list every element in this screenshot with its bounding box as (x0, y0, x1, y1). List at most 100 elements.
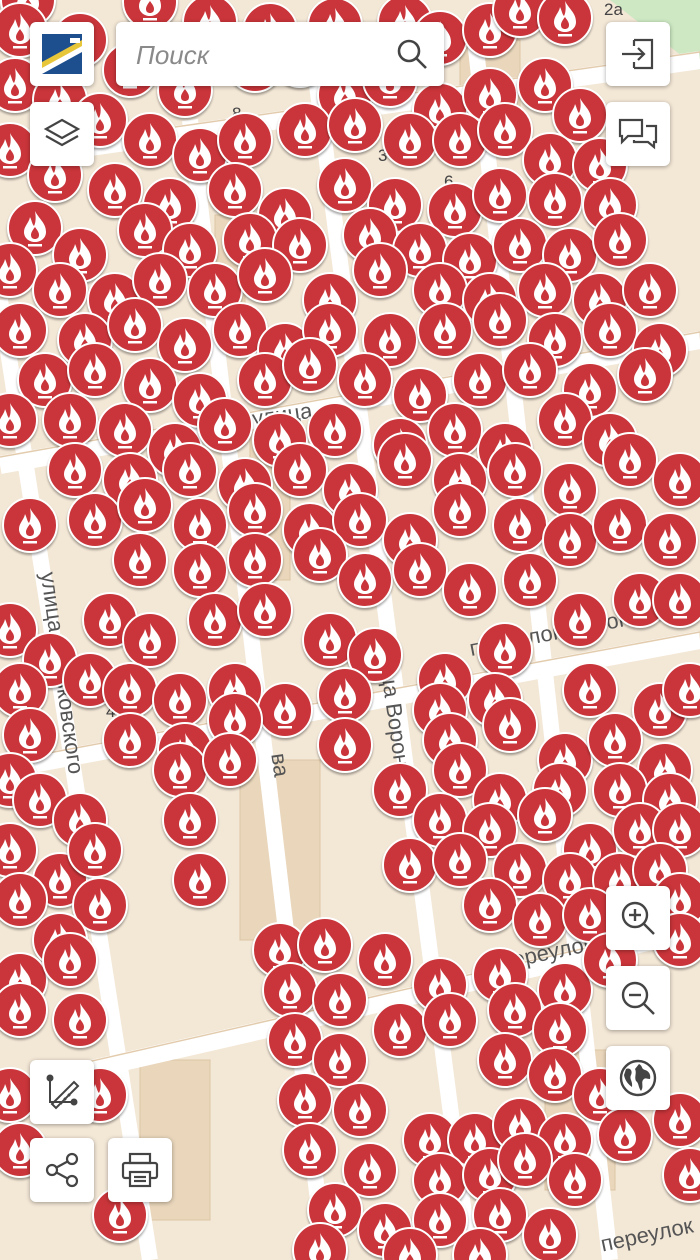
gas-object-marker[interactable] (172, 852, 228, 908)
gas-object-marker[interactable] (107, 297, 163, 353)
gas-object-marker[interactable] (357, 932, 413, 988)
gas-object-marker[interactable] (502, 342, 558, 398)
gas-object-marker[interactable] (217, 112, 273, 168)
gas-object-marker[interactable] (332, 1082, 388, 1138)
gas-object-marker[interactable] (512, 892, 568, 948)
gas-object-marker[interactable] (282, 337, 338, 393)
search-box[interactable] (116, 22, 444, 86)
map-view[interactable]: 2а 8 3 6 4 улица Даньковского улица пере… (0, 0, 700, 1260)
search-input[interactable] (134, 36, 388, 74)
globe-button[interactable] (606, 1046, 670, 1110)
gas-object-marker[interactable] (122, 612, 178, 668)
gas-object-marker[interactable] (112, 532, 168, 588)
gas-object-marker[interactable] (552, 592, 608, 648)
gas-object-marker[interactable] (382, 112, 438, 168)
gas-object-marker[interactable] (162, 442, 218, 498)
gas-object-marker[interactable] (102, 712, 158, 768)
gas-object-marker[interactable] (422, 992, 478, 1048)
gas-object-marker[interactable] (257, 682, 313, 738)
gas-object-marker[interactable] (582, 302, 638, 358)
login-button[interactable] (606, 22, 670, 86)
gas-object-marker[interactable] (652, 452, 700, 508)
gas-object-marker[interactable] (52, 992, 108, 1048)
gas-object-marker[interactable] (337, 352, 393, 408)
gas-object-marker[interactable] (67, 822, 123, 878)
gas-object-marker[interactable] (327, 97, 383, 153)
gas-object-marker[interactable] (392, 542, 448, 598)
gas-object-marker[interactable] (522, 1207, 578, 1260)
gas-object-marker[interactable] (277, 1072, 333, 1128)
zoom-in-button[interactable] (606, 886, 670, 950)
gas-object-marker[interactable] (297, 917, 353, 973)
gas-object-marker[interactable] (67, 342, 123, 398)
gas-object-marker[interactable] (497, 1132, 553, 1188)
gas-object-marker[interactable] (262, 962, 318, 1018)
gas-object-marker[interactable] (102, 662, 158, 718)
gas-object-marker[interactable] (487, 442, 543, 498)
gas-object-marker[interactable] (272, 442, 328, 498)
gas-object-marker[interactable] (282, 1122, 338, 1178)
gas-object-marker[interactable] (227, 532, 283, 588)
gas-object-marker[interactable] (377, 432, 433, 488)
zoom-out-button[interactable] (606, 966, 670, 1030)
gas-object-marker[interactable] (97, 402, 153, 458)
gas-object-marker[interactable] (317, 667, 373, 723)
gas-object-marker[interactable] (337, 552, 393, 608)
gas-object-marker[interactable] (592, 212, 648, 268)
gas-object-marker[interactable] (152, 742, 208, 798)
logo-button[interactable] (30, 22, 94, 86)
print-button[interactable] (108, 1138, 172, 1202)
gas-object-marker[interactable] (462, 877, 518, 933)
measure-button[interactable] (30, 1060, 94, 1124)
gas-object-marker[interactable] (482, 697, 538, 753)
gas-object-marker[interactable] (117, 477, 173, 533)
gas-object-marker[interactable] (542, 512, 598, 568)
gas-object-marker[interactable] (237, 247, 293, 303)
gas-object-marker[interactable] (202, 732, 258, 788)
gas-object-marker[interactable] (652, 572, 700, 628)
gas-object-marker[interactable] (602, 432, 658, 488)
gas-object-marker[interactable] (352, 242, 408, 298)
gas-object-marker[interactable] (442, 562, 498, 618)
gas-object-marker[interactable] (122, 112, 178, 168)
gas-object-marker[interactable] (592, 497, 648, 553)
gas-object-marker[interactable] (477, 1032, 533, 1088)
gas-object-marker[interactable] (427, 402, 483, 458)
gas-object-marker[interactable] (312, 972, 368, 1028)
gas-object-marker[interactable] (587, 712, 643, 768)
gas-object-marker[interactable] (277, 102, 333, 158)
gas-object-marker[interactable] (207, 162, 263, 218)
gas-object-marker[interactable] (562, 662, 618, 718)
gas-object-marker[interactable] (502, 552, 558, 608)
gas-object-marker[interactable] (227, 482, 283, 538)
gas-object-marker[interactable] (372, 1002, 428, 1058)
gas-object-marker[interactable] (382, 837, 438, 893)
gas-object-marker[interactable] (472, 167, 528, 223)
gas-object-marker[interactable] (47, 442, 103, 498)
gas-object-marker[interactable] (237, 582, 293, 638)
gas-object-marker[interactable] (67, 492, 123, 548)
gas-object-marker[interactable] (547, 1152, 603, 1208)
gas-object-marker[interactable] (42, 392, 98, 448)
gas-object-marker[interactable] (477, 622, 533, 678)
gas-object-marker[interactable] (432, 482, 488, 538)
gas-object-marker[interactable] (32, 262, 88, 318)
gas-object-marker[interactable] (172, 542, 228, 598)
gas-object-marker[interactable] (492, 497, 548, 553)
gas-object-marker[interactable] (187, 592, 243, 648)
gas-object-marker[interactable] (642, 512, 698, 568)
gas-object-marker[interactable] (162, 792, 218, 848)
gas-object-marker[interactable] (622, 262, 678, 318)
gas-object-marker[interactable] (417, 302, 473, 358)
gas-object-marker[interactable] (472, 292, 528, 348)
gas-object-marker[interactable] (617, 347, 673, 403)
gas-object-marker[interactable] (42, 932, 98, 988)
share-button[interactable] (30, 1138, 94, 1202)
gas-object-marker[interactable] (317, 157, 373, 213)
gas-object-marker[interactable] (527, 172, 583, 228)
feedback-button[interactable] (606, 102, 670, 166)
gas-object-marker[interactable] (452, 352, 508, 408)
search-button[interactable] (394, 36, 430, 72)
gas-object-marker[interactable] (317, 717, 373, 773)
layers-button[interactable] (30, 102, 94, 166)
